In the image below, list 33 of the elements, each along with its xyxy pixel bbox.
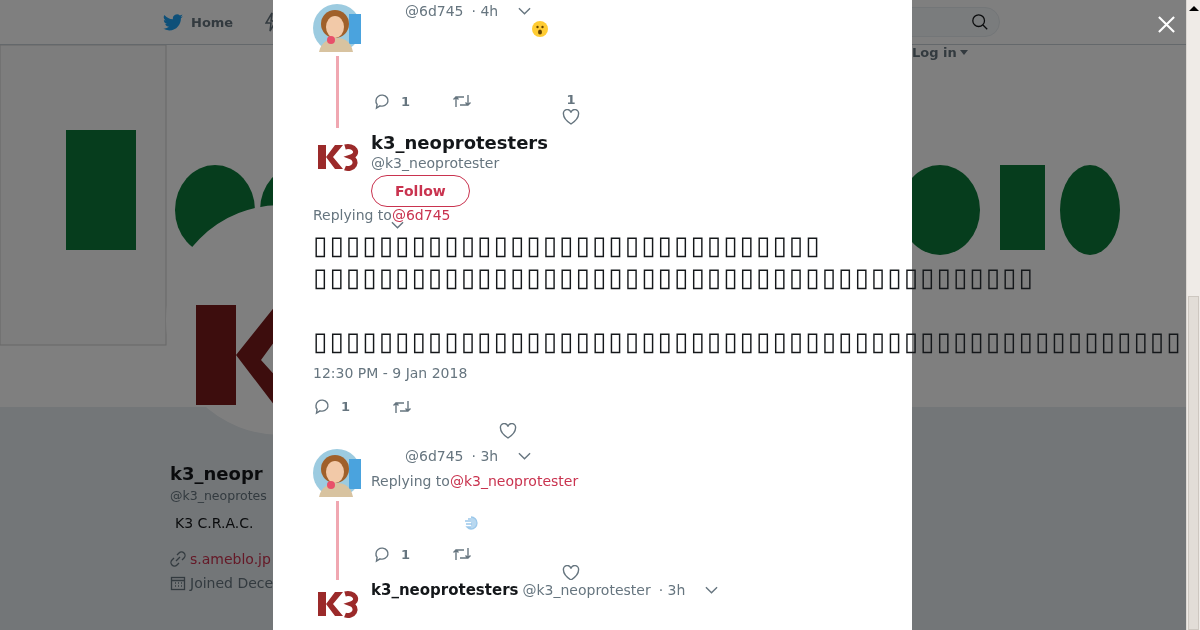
- chevron-down-icon[interactable]: [705, 586, 719, 594]
- search-icon[interactable]: [971, 13, 989, 31]
- tweet-time: · 3h: [471, 448, 499, 464]
- chevron-down-icon[interactable]: [518, 7, 532, 15]
- scroll-up-arrow[interactable]: [1188, 6, 1199, 11]
- profile-bio: K3 C.R.A.C.: [175, 515, 254, 531]
- profile-link[interactable]: s.ameblo.jp: [190, 551, 271, 567]
- user-name[interactable]: k3_neoprotesters: [371, 581, 519, 599]
- user-handle[interactable]: @k3_neoprotester: [522, 582, 651, 598]
- retweet-button[interactable]: [452, 546, 473, 562]
- bird-icon: [163, 13, 183, 31]
- user-handle[interactable]: @6d745: [405, 448, 464, 464]
- profile-name: k3_neopr: [170, 462, 263, 486]
- tweet-time: · 4h: [471, 3, 499, 19]
- tweet-time: · 3h: [658, 582, 686, 598]
- calendar-icon: [170, 575, 186, 591]
- home-link[interactable]: Home: [191, 14, 234, 30]
- like-button[interactable]: [562, 565, 581, 580]
- chevron-down-icon[interactable]: [518, 452, 532, 460]
- profile-handle: @k3_neoprotes: [170, 488, 267, 503]
- close-icon[interactable]: [1157, 15, 1176, 34]
- heart-icon: [562, 565, 581, 580]
- link-icon: [170, 551, 186, 567]
- replying-to-text: Replying to: [371, 473, 450, 489]
- reply-icon: [373, 545, 391, 563]
- reply-button[interactable]: 1: [373, 545, 411, 563]
- user-handle[interactable]: @6d745: [405, 3, 464, 19]
- like-button[interactable]: [499, 423, 517, 439]
- mention-link[interactable]: @k3_neoprotester: [449, 473, 579, 489]
- surprised-face-icon: [532, 21, 548, 37]
- scrollbar-thumb[interactable]: [1188, 296, 1199, 630]
- scrollbar[interactable]: [1186, 0, 1200, 630]
- joined-date: Joined Dece: [190, 575, 274, 591]
